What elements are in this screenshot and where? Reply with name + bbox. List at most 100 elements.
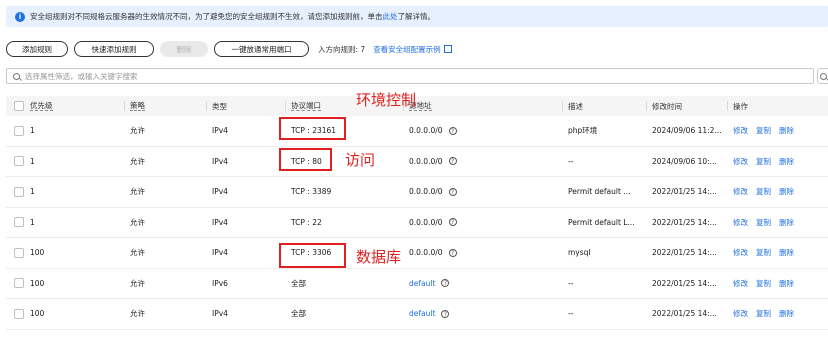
search-input[interactable]: 选择属性筛选，或输入关键字搜索 <box>6 68 814 84</box>
row-checkbox[interactable] <box>14 247 24 258</box>
delete-link[interactable]: 删除 <box>779 186 794 197</box>
cell-protocol-port: 全部 <box>291 309 306 319</box>
annotation-database: 数据库 <box>356 248 402 266</box>
table-row: 1 允许 IPv4 TCP : 23161 0.0.0.0/0? php环境 2024/09… <box>6 116 828 147</box>
cell-description: -- <box>568 278 574 288</box>
delete-link[interactable]: 删除 <box>779 278 794 289</box>
row-checkbox[interactable] <box>14 125 24 136</box>
table-row: 1 允许 IPv4 TCP : 3389 0.0.0.0/0? Permit defaul… <box>6 177 828 208</box>
annotation-env-control: 环境控制 <box>356 91 417 109</box>
help-icon[interactable]: ? <box>441 309 450 318</box>
quick-add-rule-button[interactable]: 快速添加规则 <box>74 41 154 57</box>
cell-source: 0.0.0.0/0 <box>409 217 443 227</box>
cell-description: -- <box>568 156 574 166</box>
cell-policy: 允许 <box>130 309 145 319</box>
help-icon[interactable]: ? <box>448 218 457 227</box>
cell-type: IPv4 <box>212 156 228 166</box>
row-checkbox[interactable] <box>14 217 24 228</box>
copy-link[interactable]: 复制 <box>756 156 771 167</box>
edit-link[interactable]: 修改 <box>733 278 748 289</box>
add-rule-button[interactable]: 添加规则 <box>6 41 68 57</box>
header-policy[interactable]: 策略 <box>130 101 145 111</box>
delete-button[interactable]: 删除 <box>160 41 208 57</box>
cell-modified: 2022/01/25 14:... <box>652 187 717 197</box>
copy-link[interactable]: 复制 <box>756 278 771 289</box>
copy-link[interactable]: 复制 <box>756 247 771 258</box>
delete-link[interactable]: 删除 <box>779 308 794 319</box>
open-common-ports-button[interactable]: 一键放通常用端口 <box>214 41 309 57</box>
table-row: 1 允许 IPv4 TCP : 80 0.0.0.0/0? -- 2024/09/06 10… <box>6 147 828 177</box>
help-icon[interactable]: ? <box>448 187 457 196</box>
help-icon[interactable]: ? <box>441 279 450 288</box>
cell-source: 0.0.0.0/0 <box>409 156 443 166</box>
delete-link[interactable]: 删除 <box>779 217 794 228</box>
header-description: 描述 <box>568 101 583 111</box>
cell-policy: 允许 <box>130 126 145 136</box>
cell-priority: 1 <box>30 187 35 197</box>
edit-link[interactable]: 修改 <box>733 217 748 228</box>
cell-modified: 2022/01/25 14:... <box>652 217 717 227</box>
row-checkbox[interactable] <box>14 156 24 167</box>
cell-description: php环境 <box>568 126 598 136</box>
cell-priority: 1 <box>30 156 35 166</box>
cell-policy: 允许 <box>130 278 145 288</box>
help-icon[interactable]: ? <box>448 126 457 135</box>
copy-link[interactable]: 复制 <box>756 217 771 228</box>
edit-link[interactable]: 修改 <box>733 156 748 167</box>
help-icon[interactable]: ? <box>448 157 457 166</box>
edit-link[interactable]: 修改 <box>733 125 748 136</box>
cell-priority: 1 <box>30 126 35 136</box>
table-header: 优先级 策略 类型 协议端口 源地址 描述 修改时间 操作 <box>6 96 828 116</box>
cell-protocol-port: 全部 <box>291 278 306 288</box>
row-checkbox[interactable] <box>14 186 24 197</box>
select-all-checkbox[interactable] <box>14 101 24 111</box>
delete-link[interactable]: 删除 <box>779 156 794 167</box>
security-group-example-link[interactable]: 查看安全组配置示例 <box>373 44 452 55</box>
header-modified: 修改时间 <box>652 101 682 111</box>
cell-priority: 100 <box>30 309 45 319</box>
cell-type: IPv4 <box>212 248 228 258</box>
cell-modified: 2024/09/06 10:... <box>652 156 717 166</box>
cell-modified: 2022/01/25 14:... <box>652 309 717 319</box>
toolbar: 添加规则 快速添加规则 删除 一键放通常用端口 入方向规则: 7 查看安全组配置… <box>6 41 452 57</box>
help-icon[interactable]: ? <box>448 248 457 257</box>
cell-source[interactable]: default <box>409 279 435 288</box>
table-body: 1 允许 IPv4 TCP : 23161 0.0.0.0/0? php环境 2024/09… <box>6 116 828 330</box>
cell-policy: 允许 <box>130 187 145 197</box>
notice-details-link[interactable]: 此处 <box>383 11 398 22</box>
cell-policy: 允许 <box>130 156 145 166</box>
cell-type: IPv4 <box>212 126 228 136</box>
row-checkbox[interactable] <box>14 308 24 319</box>
delete-link[interactable]: 删除 <box>779 247 794 258</box>
search-button[interactable] <box>817 68 828 84</box>
table-row: 100 允许 IPv4 TCP : 3306 0.0.0.0/0? mysql 2022/0… <box>6 238 828 269</box>
annotation-access: 访问 <box>345 151 376 169</box>
header-priority[interactable]: 优先级 <box>30 101 53 111</box>
row-checkbox[interactable] <box>14 278 24 289</box>
rules-table: 优先级 策略 类型 协议端口 源地址 描述 修改时间 操作 1 允许 IPv4 TCP… <box>6 96 828 330</box>
cell-source: 0.0.0.0/0 <box>409 187 443 197</box>
cell-type: IPv4 <box>212 187 228 197</box>
copy-link[interactable]: 复制 <box>756 125 771 136</box>
cell-priority: 100 <box>30 278 45 288</box>
notice-suffix: 了解详情。 <box>397 12 436 21</box>
cell-modified: 2022/01/25 14:... <box>652 278 717 288</box>
copy-link[interactable]: 复制 <box>756 186 771 197</box>
table-row: 100 允许 IPv6 全部 default? -- 2022/01/25 14:... 修改… <box>6 269 828 299</box>
edit-link[interactable]: 修改 <box>733 186 748 197</box>
inbound-rule-count: 入方向规则: 7 <box>318 44 366 54</box>
cell-policy: 允许 <box>130 217 145 227</box>
header-protocol-port[interactable]: 协议端口 <box>291 101 321 111</box>
cell-description: -- <box>568 309 574 319</box>
header-actions: 操作 <box>733 101 748 111</box>
info-icon: i <box>15 11 25 22</box>
notice-text: 安全组规则对不同规格云服务器的生效情况不同，为了避免您的安全组规则不生效，请您添… <box>30 12 383 21</box>
cell-source: 0.0.0.0/0 <box>409 126 443 136</box>
copy-link[interactable]: 复制 <box>756 308 771 319</box>
edit-link[interactable]: 修改 <box>733 247 748 258</box>
edit-link[interactable]: 修改 <box>733 308 748 319</box>
table-row: 100 允许 IPv4 全部 default? -- 2022/01/25 14:... 修改… <box>6 299 828 330</box>
cell-description: Permit default L... <box>568 217 635 227</box>
cell-source[interactable]: default <box>409 309 435 318</box>
delete-link[interactable]: 删除 <box>779 125 794 136</box>
